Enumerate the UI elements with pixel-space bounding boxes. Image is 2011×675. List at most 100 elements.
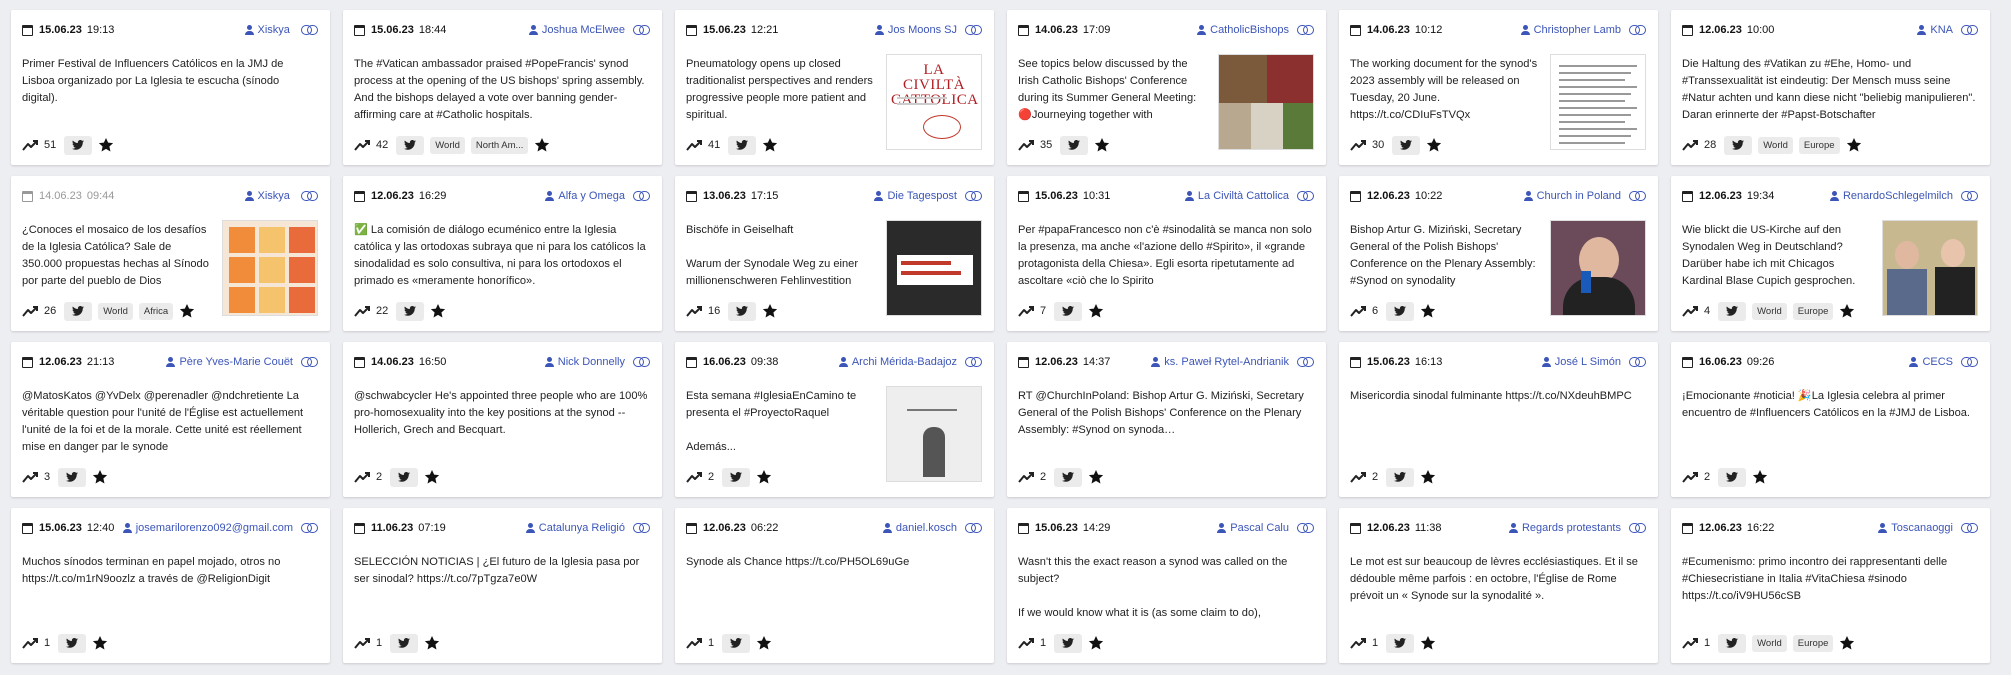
two-people-photo-thumbnail[interactable]: [1882, 220, 1978, 316]
author-name[interactable]: CECS: [1922, 356, 1953, 368]
star-icon[interactable]: [1839, 635, 1855, 651]
twitter-button[interactable]: [58, 467, 87, 487]
star-icon[interactable]: [1839, 303, 1855, 319]
author-name[interactable]: Catalunya Religió: [539, 522, 625, 534]
link-icon[interactable]: [1297, 357, 1314, 367]
post-card[interactable]: 15.06.23 10:31 La Civiltà Cattolica Per …: [1007, 176, 1326, 331]
star-icon[interactable]: [1094, 137, 1110, 153]
post-card[interactable]: 12.06.23 10:22 Church in Poland Bishop A…: [1339, 176, 1658, 331]
post-card[interactable]: 12.06.23 11:38 Regards protestants Le mo…: [1339, 508, 1658, 663]
author-link[interactable]: CECS: [1909, 356, 1953, 368]
link-icon[interactable]: [633, 25, 650, 35]
author-link[interactable]: RenardoSchlegelmilch: [1829, 190, 1953, 202]
twitter-button[interactable]: [64, 135, 93, 155]
star-icon[interactable]: [92, 469, 108, 485]
link-icon[interactable]: [965, 25, 982, 35]
author-link[interactable]: Die Tagespost: [874, 190, 957, 202]
twitter-button[interactable]: [1054, 467, 1083, 487]
link-icon[interactable]: [1629, 523, 1646, 533]
author-name[interactable]: Archi Mérida-Badajoz: [852, 356, 957, 368]
star-icon[interactable]: [1752, 469, 1768, 485]
region-tag[interactable]: Europe: [1792, 634, 1834, 652]
infographic-thumbnail[interactable]: [222, 220, 318, 316]
portrait-photo-thumbnail[interactable]: [1550, 220, 1646, 316]
link-icon[interactable]: [965, 523, 982, 533]
star-icon[interactable]: [1426, 137, 1442, 153]
link-icon[interactable]: [1297, 523, 1314, 533]
link-icon[interactable]: [1961, 523, 1978, 533]
author-name[interactable]: KNA: [1930, 24, 1953, 36]
author-name[interactable]: Xiskya ‬: [258, 190, 293, 202]
star-icon[interactable]: [762, 303, 778, 319]
twitter-button[interactable]: [1718, 467, 1747, 487]
author-link[interactable]: ks. Paweł Rytel-Andrianik: [1151, 356, 1289, 368]
star-icon[interactable]: [424, 635, 440, 651]
link-icon[interactable]: [1629, 191, 1646, 201]
twitter-button[interactable]: [396, 301, 425, 321]
author-name[interactable]: Jos Moons SJ: [888, 24, 957, 36]
author-link[interactable]: José L Simón: [1541, 356, 1621, 368]
star-icon[interactable]: [1420, 469, 1436, 485]
post-card[interactable]: 12.06.23 16:29 Alfa y Omega ✅ La comisió…: [343, 176, 662, 331]
twitter-button[interactable]: [722, 633, 751, 653]
link-icon[interactable]: [965, 191, 982, 201]
link-icon[interactable]: [965, 357, 982, 367]
poster-thumbnail[interactable]: [886, 386, 982, 482]
author-name[interactable]: Die Tagespost: [887, 190, 957, 202]
star-icon[interactable]: [1420, 635, 1436, 651]
star-icon[interactable]: [1846, 137, 1862, 153]
link-icon[interactable]: [1961, 25, 1978, 35]
link-icon[interactable]: [1961, 191, 1978, 201]
twitter-button[interactable]: [64, 301, 93, 321]
twitter-button[interactable]: [1392, 135, 1421, 155]
twitter-button[interactable]: [396, 135, 425, 155]
region-tag[interactable]: World: [1758, 136, 1793, 154]
post-card[interactable]: 14.06.23 10:12 Christopher Lamb The work…: [1339, 10, 1658, 165]
post-card[interactable]: 15.06.23 12:21 Jos Moons SJ Pneumatology…: [675, 10, 994, 165]
post-card[interactable]: 14.06.23 17:09 CatholicBishops See topic…: [1007, 10, 1326, 165]
author-name[interactable]: Joshua McElwee: [542, 24, 625, 36]
post-card[interactable]: 12.06.23 16:22 Toscanaoggi #Ecumenismo: …: [1671, 508, 1990, 663]
author-link[interactable]: Christopher Lamb: [1520, 24, 1621, 36]
document-thumbnail[interactable]: [1550, 54, 1646, 150]
star-icon[interactable]: [534, 137, 550, 153]
post-card[interactable]: 12.06.23 10:00 KNA Die Haltung des #Vati…: [1671, 10, 1990, 165]
author-link[interactable]: Regards protestants: [1508, 522, 1621, 534]
star-icon[interactable]: [92, 635, 108, 651]
link-icon[interactable]: [1297, 191, 1314, 201]
twitter-button[interactable]: [58, 633, 87, 653]
author-name[interactable]: Pascal Calu: [1230, 522, 1289, 534]
link-icon[interactable]: [301, 357, 318, 367]
author-name[interactable]: José L Simón: [1555, 356, 1621, 368]
star-icon[interactable]: [1088, 303, 1104, 319]
twitter-button[interactable]: [1718, 301, 1747, 321]
post-card[interactable]: 14.06.23 09:44 Xiskya ‬ ¿Conoces el mosa…: [11, 176, 330, 331]
author-name[interactable]: josemarilorenzo092@gmail.com: [136, 522, 293, 534]
photo-collage-thumbnail[interactable]: [1218, 54, 1314, 150]
star-icon[interactable]: [424, 469, 440, 485]
post-card[interactable]: 15.06.23 19:13 Xiskya ‬ Primer Festival …: [11, 10, 330, 165]
twitter-button[interactable]: [1724, 135, 1753, 155]
link-icon[interactable]: [1629, 25, 1646, 35]
star-icon[interactable]: [98, 137, 114, 153]
author-link[interactable]: Xiskya ‬: [244, 24, 293, 36]
post-card[interactable]: 16.06.23 09:26 CECS ¡Emocionante #notici…: [1671, 342, 1990, 497]
author-name[interactable]: CatholicBishops: [1210, 24, 1289, 36]
author-link[interactable]: Pascal Calu: [1217, 522, 1289, 534]
author-name[interactable]: Nick Donnelly: [558, 356, 625, 368]
region-tag[interactable]: Africa: [138, 302, 174, 320]
star-icon[interactable]: [756, 469, 772, 485]
author-name[interactable]: Alfa y Omega: [558, 190, 625, 202]
post-card[interactable]: 15.06.23 18:44 Joshua McElwee The #Vatic…: [343, 10, 662, 165]
protest-photo-thumbnail[interactable]: [886, 220, 982, 316]
link-icon[interactable]: [633, 191, 650, 201]
star-icon[interactable]: [756, 635, 772, 651]
star-icon[interactable]: [1088, 469, 1104, 485]
author-link[interactable]: Père Yves-Marie Couët: [166, 356, 293, 368]
region-tag[interactable]: World: [430, 136, 465, 154]
region-tag[interactable]: North Am...: [470, 136, 529, 154]
post-card[interactable]: 12.06.23 19:34 RenardoSchlegelmilch Wie …: [1671, 176, 1990, 331]
twitter-button[interactable]: [390, 633, 419, 653]
twitter-button[interactable]: [1060, 135, 1089, 155]
author-link[interactable]: Nick Donnelly: [544, 356, 625, 368]
